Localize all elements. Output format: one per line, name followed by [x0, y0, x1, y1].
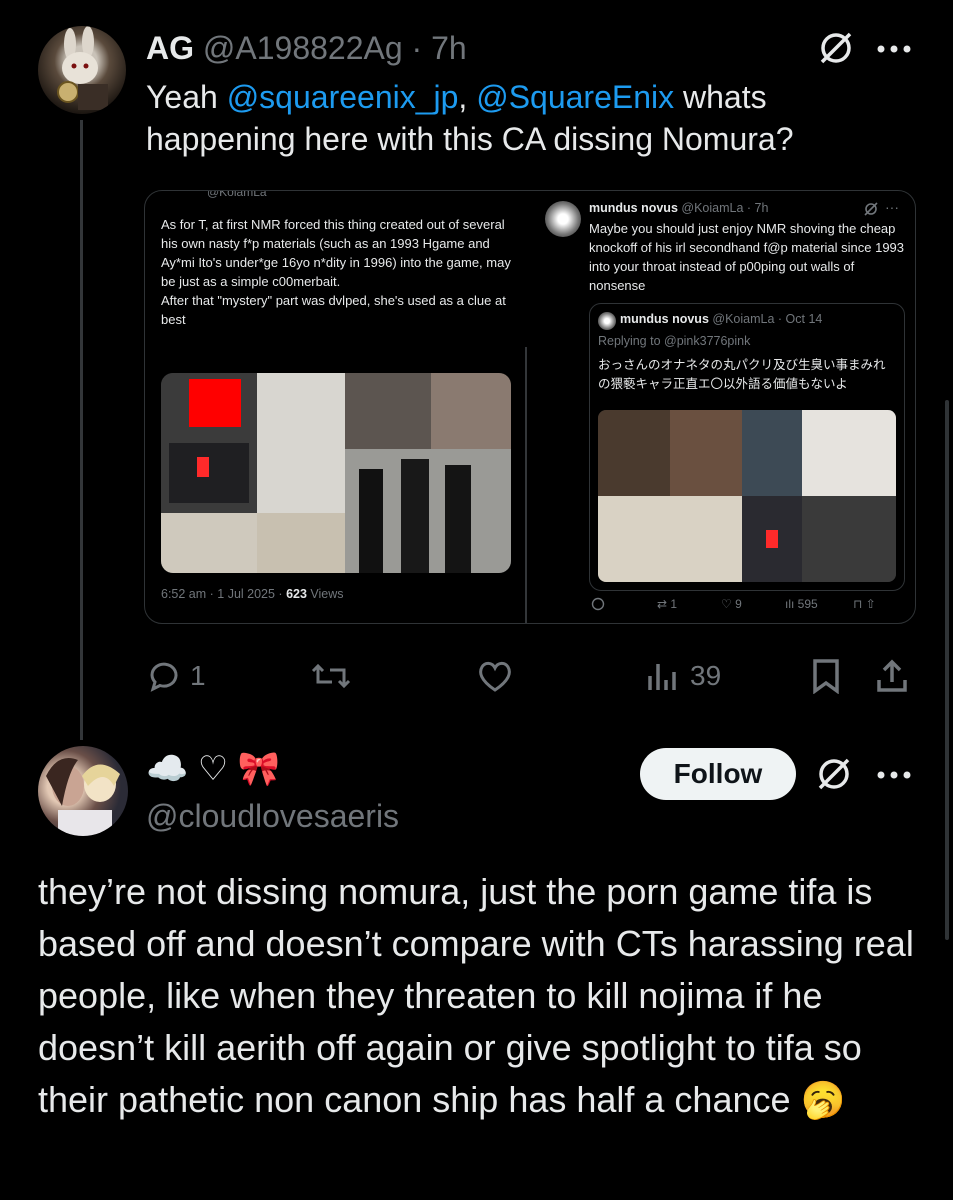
text-page-scan [161, 513, 257, 573]
tweet1-comma: , [458, 79, 468, 115]
figure-1 [359, 469, 383, 573]
embed-right-likes: 9 [735, 597, 742, 611]
tweet1-action-bar: 1 39 [146, 652, 916, 700]
embed-right-slash-icon [863, 201, 879, 217]
figure-3 [445, 465, 471, 573]
embed-right-handle: @KoiamLa · 7h [681, 201, 769, 215]
nested-comic-panel [670, 410, 742, 496]
more-icon[interactable] [876, 44, 912, 54]
nested-doc-dark [802, 496, 896, 582]
verified-slash-icon[interactable] [816, 28, 856, 68]
embed-right-avatar [545, 201, 581, 237]
tweet1-dot: · [411, 30, 423, 66]
embed-right-header: mundus novus @KoiamLa · 7h [589, 201, 768, 215]
nested-text: おっさんのオナネタの丸パクリ及び生臭い事まみれの猥褻キャラ正直エ〇以外語る価値も… [598, 358, 886, 391]
share-icon [877, 659, 907, 692]
embed-right: mundus novus @KoiamLa · 7h ··· Maybe you… [533, 191, 915, 623]
tweet2-handle[interactable]: @cloudlovesaeris [146, 796, 399, 836]
thread-line [80, 120, 83, 740]
tweet1-text: Yeah @squareenix_jp, @SquareEnix whats h… [146, 76, 906, 160]
dark-thumbnail [169, 443, 249, 503]
heart-emoji: ♡ [197, 750, 229, 788]
nested-header: mundus novus @KoiamLa · Oct 14 [620, 312, 822, 326]
nested-handle: @KoiamLa · Oct 14 [712, 312, 823, 326]
bookmark-button[interactable] [810, 658, 842, 694]
embed-left-cut-handle: @KoiamLa [207, 190, 267, 199]
nested-avatar [598, 312, 616, 330]
nested-name: mundus novus [620, 312, 709, 326]
tweet1-header: AG @A198822Ag · 7h [146, 28, 467, 68]
avatar-ag[interactable] [38, 26, 126, 114]
embed-left-views-count: 623 [286, 587, 307, 601]
cloud-emoji: ☁️ [146, 750, 189, 788]
more-icon-2[interactable] [876, 770, 912, 780]
nested-text-list [598, 496, 742, 582]
tweet1-text-prefix: Yeah [146, 79, 227, 115]
ribbon-emoji: 🎀 [237, 750, 281, 788]
embed-right-views-count: 595 [797, 597, 818, 611]
embed-left-views-label: Views [306, 587, 344, 601]
embed-left: @KoiamLa As for T, at first NMR forced t… [145, 191, 527, 623]
tweet2-display-name[interactable]: ☁️ ♡ 🎀 [146, 748, 280, 790]
nested-red-block [766, 530, 778, 548]
mention-squareenix[interactable]: @SquareEnix [476, 79, 674, 115]
verified-slash-icon-2[interactable] [814, 754, 854, 794]
embed-right-bookmark-share: ⊓ ⇧ [853, 597, 876, 611]
reply-icon [150, 662, 178, 692]
nested-quote: mundus novus @KoiamLa · Oct 14 Replying … [589, 303, 905, 591]
nested-phone-shot [742, 496, 802, 582]
collage-document [257, 373, 345, 573]
embed-left-divider [525, 347, 527, 623]
scrollbar[interactable] [945, 400, 949, 940]
embed-right-more-icon: ··· [885, 199, 899, 215]
like-button[interactable] [476, 658, 514, 694]
nested-chart-page [802, 410, 896, 496]
reply-count: 1 [190, 660, 206, 691]
embed-left-meta: 6:52 am · 1 Jul 2025 · 623 Views [161, 587, 344, 601]
embed-right-views: ılı 595 [785, 597, 818, 611]
collage-photo-woman [431, 373, 511, 453]
collage-photo-couple [345, 373, 431, 449]
follow-button[interactable]: Follow [640, 748, 796, 800]
views-icon [648, 664, 676, 690]
embed-left-collage [161, 373, 511, 573]
views-button[interactable] [644, 658, 680, 694]
bookmark-icon [813, 659, 839, 694]
embed-right-actions: ⇄ 1 ♡ 9 ılı 595 ⊓ ⇧ [533, 597, 915, 617]
tweet1-display-name[interactable]: AG [146, 30, 194, 66]
embed-right-retweet: ⇄ 1 [657, 597, 678, 611]
retweet-icon [311, 663, 351, 689]
tweet1-time[interactable]: 7h [431, 30, 467, 66]
retweet-button[interactable] [310, 658, 352, 694]
nested-magazine-cover [598, 410, 670, 496]
embed-left-text: As for T, at first NMR forced this thing… [161, 217, 511, 327]
nested-collage [598, 410, 896, 582]
document-lower [257, 513, 345, 573]
rabbit-avatar-art [57, 26, 108, 110]
figure-2 [401, 459, 429, 573]
embed-right-name: mundus novus [589, 201, 678, 215]
nested-replying: Replying to @pink3776pink [598, 334, 751, 348]
embed-right-like: ♡ 9 [721, 597, 742, 611]
tweet2-text: they’re not dissing nomura, just the por… [38, 871, 914, 1120]
attached-image[interactable]: @KoiamLa As for T, at first NMR forced t… [144, 190, 916, 624]
nested-game-screenshot [742, 410, 802, 496]
tweet1-handle[interactable]: @A198822Ag [203, 30, 403, 66]
avatar-art [46, 758, 120, 836]
embed-right-retweets: 1 [670, 597, 678, 611]
small-red-block [197, 457, 209, 477]
embed-right-text: Maybe you should just enjoy NMR shoving … [589, 221, 905, 293]
reply-button[interactable] [146, 658, 182, 694]
like-icon [479, 661, 511, 692]
avatar-cloudlovesaeris[interactable] [38, 746, 128, 836]
collage-phone-screenshot [161, 373, 257, 573]
red-censor-block [189, 379, 241, 427]
views-count: 39 [690, 660, 722, 691]
mention-squareenix-jp[interactable]: @squareenix_jp [227, 79, 459, 115]
collage-photo-group [345, 449, 511, 573]
embed-right-reply-icon [591, 597, 605, 614]
embed-left-time: 6:52 am · 1 Jul 2025 · [161, 587, 287, 601]
share-button[interactable] [874, 658, 910, 694]
